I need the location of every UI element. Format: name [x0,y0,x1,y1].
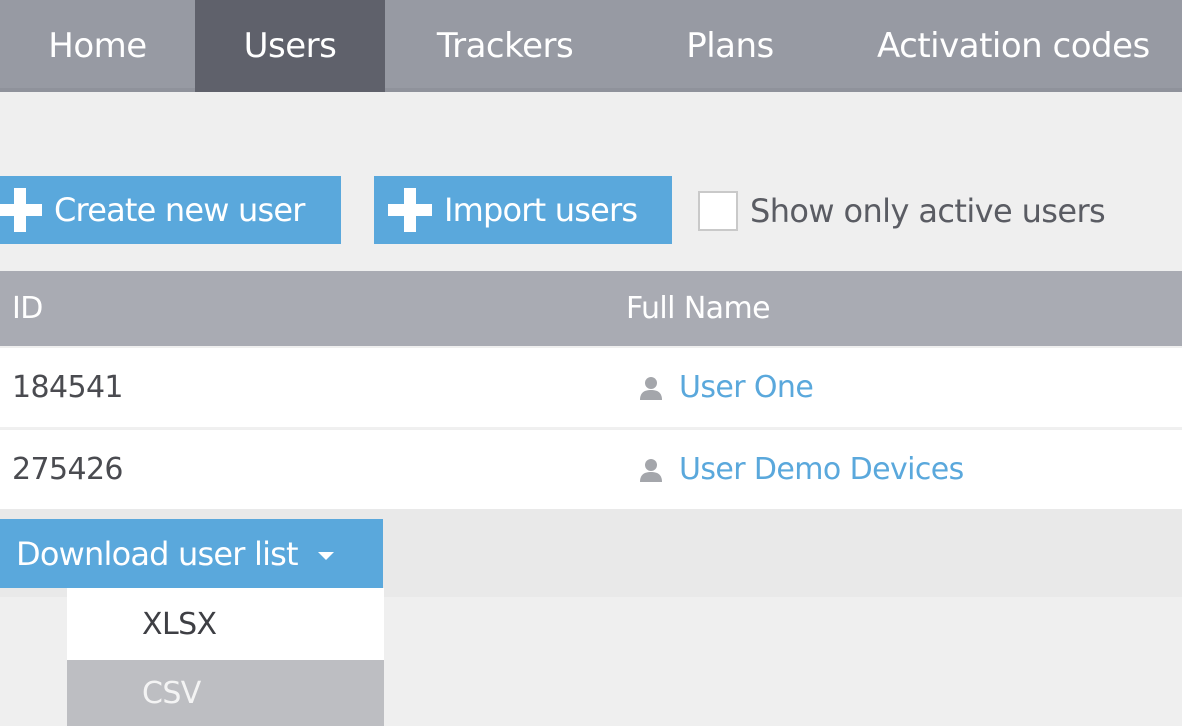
download-format-menu: XLSX CSV [67,588,384,726]
user-name-cell: User One [637,348,814,427]
menu-item-csv[interactable]: CSV [67,660,384,726]
user-icon [640,376,662,400]
active-only-label: Show only active users [750,192,1106,230]
create-new-user-button[interactable]: Create new user [0,176,341,244]
top-navigation: Home Users Trackers Plans Activation cod… [0,0,1182,92]
active-only-checkbox[interactable] [698,191,738,231]
user-name-cell: User Demo Devices [637,430,964,509]
table-row: 184541 User One [0,348,1182,429]
import-users-label: Import users [444,191,638,229]
user-id-cell: 184541 [12,370,124,405]
plus-icon [388,188,432,232]
caret-down-icon [317,551,334,560]
create-new-user-label: Create new user [54,191,305,229]
nav-tab-activation-codes[interactable]: Activation codes [835,0,1182,92]
nav-tab-users[interactable]: Users [195,0,385,92]
users-table-header: ID Full Name [0,271,1182,346]
plus-icon [0,188,42,232]
download-user-list-button[interactable]: Download user list [0,519,383,588]
nav-tab-plans[interactable]: Plans [625,0,835,92]
menu-item-xlsx[interactable]: XLSX [67,588,384,660]
import-users-button[interactable]: Import users [374,176,672,244]
user-name-link[interactable]: User One [679,370,814,405]
nav-tab-trackers[interactable]: Trackers [385,0,625,92]
table-row: 275426 User Demo Devices [0,430,1182,509]
user-name-link[interactable]: User Demo Devices [679,452,964,487]
user-icon [640,458,662,482]
user-id-cell: 275426 [12,452,124,487]
active-only-filter[interactable]: Show only active users [698,186,1106,236]
column-header-full-name[interactable]: Full Name [626,271,771,346]
nav-tab-home[interactable]: Home [0,0,195,92]
download-user-list-label: Download user list [16,534,299,573]
column-header-id[interactable]: ID [12,271,43,346]
